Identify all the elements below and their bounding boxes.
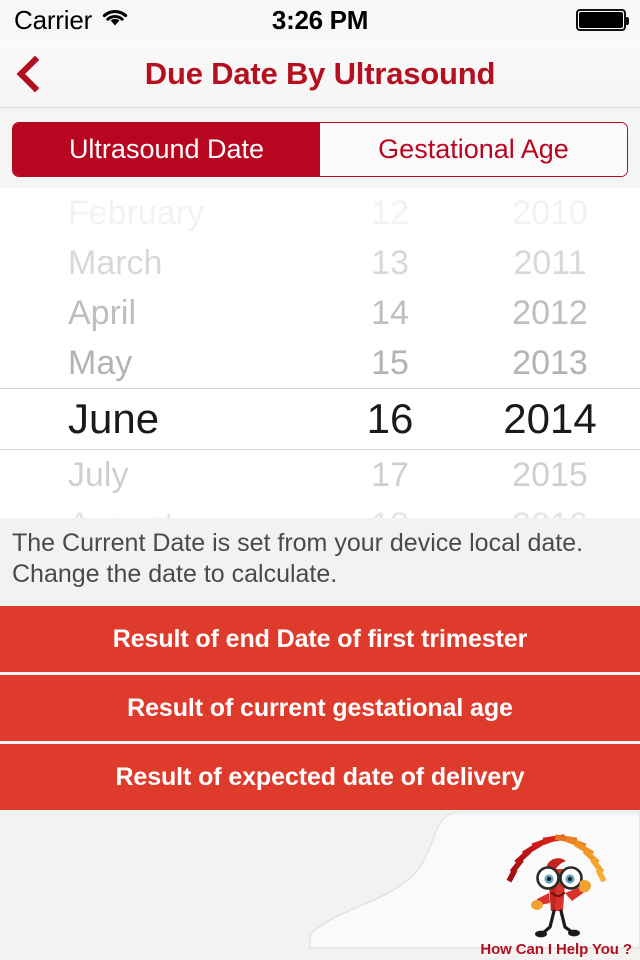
- tab-ultrasound-date[interactable]: Ultrasound Date: [13, 123, 320, 176]
- segmented-control-container: Ultrasound Date Gestational Age: [0, 114, 640, 188]
- date-picker-rows[interactable]: February 12 2010 March 13 2011 April 14 …: [0, 188, 640, 519]
- picker-year-cell: 2010: [512, 193, 588, 232]
- help-label[interactable]: How Can I Help You ?: [480, 941, 632, 958]
- picker-day-cell: 18: [320, 506, 460, 519]
- date-picker[interactable]: February 12 2010 March 13 2011 April 14 …: [0, 188, 640, 518]
- picker-row-selected[interactable]: June 16 2014: [0, 388, 640, 450]
- info-text: The Current Date is set from your device…: [0, 518, 640, 600]
- picker-row[interactable]: May 15 2013: [0, 338, 640, 388]
- result-gestational-age-button[interactable]: Result of current gestational age: [0, 674, 640, 742]
- help-mascot-icon[interactable]: [502, 833, 612, 938]
- picker-row[interactable]: July 17 2015: [0, 450, 640, 500]
- picker-month-selected: June: [68, 395, 160, 442]
- status-bar-right: [368, 9, 630, 31]
- navigation-bar: Due Date By Ultrasound: [0, 40, 640, 108]
- battery-full-icon: [576, 9, 630, 31]
- picker-day-cell: 12: [371, 193, 409, 232]
- segmented-control[interactable]: Ultrasound Date Gestational Age: [12, 122, 628, 177]
- picker-year-cell: 2012: [512, 293, 588, 332]
- picker-day-cell: 17: [371, 455, 409, 494]
- picker-month-cell: July: [68, 455, 129, 494]
- picker-month-cell: August: [0, 506, 320, 519]
- bottom-panel: How Can I Help You ?: [0, 812, 640, 960]
- picker-year-selected: 2014: [503, 395, 597, 442]
- picker-year-cell: 2013: [512, 343, 588, 382]
- status-bar-left: Carrier: [14, 5, 272, 36]
- picker-month-cell: March: [68, 243, 163, 282]
- picker-month-cell: April: [68, 293, 137, 332]
- picker-row[interactable]: August 18 2016: [0, 500, 640, 519]
- picker-year-cell: 2015: [512, 455, 588, 494]
- picker-month-cell: May: [68, 343, 133, 382]
- picker-year-cell: 2011: [513, 243, 587, 282]
- app-screen: Carrier 3:26 PM Due Date By Ultrasound U…: [0, 0, 640, 960]
- picker-row[interactable]: April 14 2012: [0, 288, 640, 338]
- picker-row[interactable]: February 12 2010: [0, 188, 640, 238]
- result-first-trimester-button[interactable]: Result of end Date of first trimester: [0, 605, 640, 673]
- tab-gestational-age[interactable]: Gestational Age: [320, 123, 627, 176]
- picker-day-selected: 16: [366, 395, 414, 442]
- picker-day-cell: 14: [371, 293, 409, 332]
- carrier-label: Carrier: [14, 4, 93, 35]
- picker-row[interactable]: March 13 2011: [0, 238, 640, 288]
- result-delivery-date-button[interactable]: Result of expected date of delivery: [0, 743, 640, 811]
- status-bar: Carrier 3:26 PM: [0, 0, 640, 40]
- picker-month-cell: February: [68, 193, 205, 232]
- picker-day-cell: 13: [371, 243, 409, 282]
- battery-fill: [579, 12, 624, 28]
- page-title: Due Date By Ultrasound: [144, 56, 496, 91]
- clock-label: 3:26 PM: [271, 4, 369, 35]
- picker-year-cell: 2016: [460, 506, 640, 519]
- wifi-icon: [101, 8, 129, 33]
- picker-day-cell: 15: [371, 343, 409, 382]
